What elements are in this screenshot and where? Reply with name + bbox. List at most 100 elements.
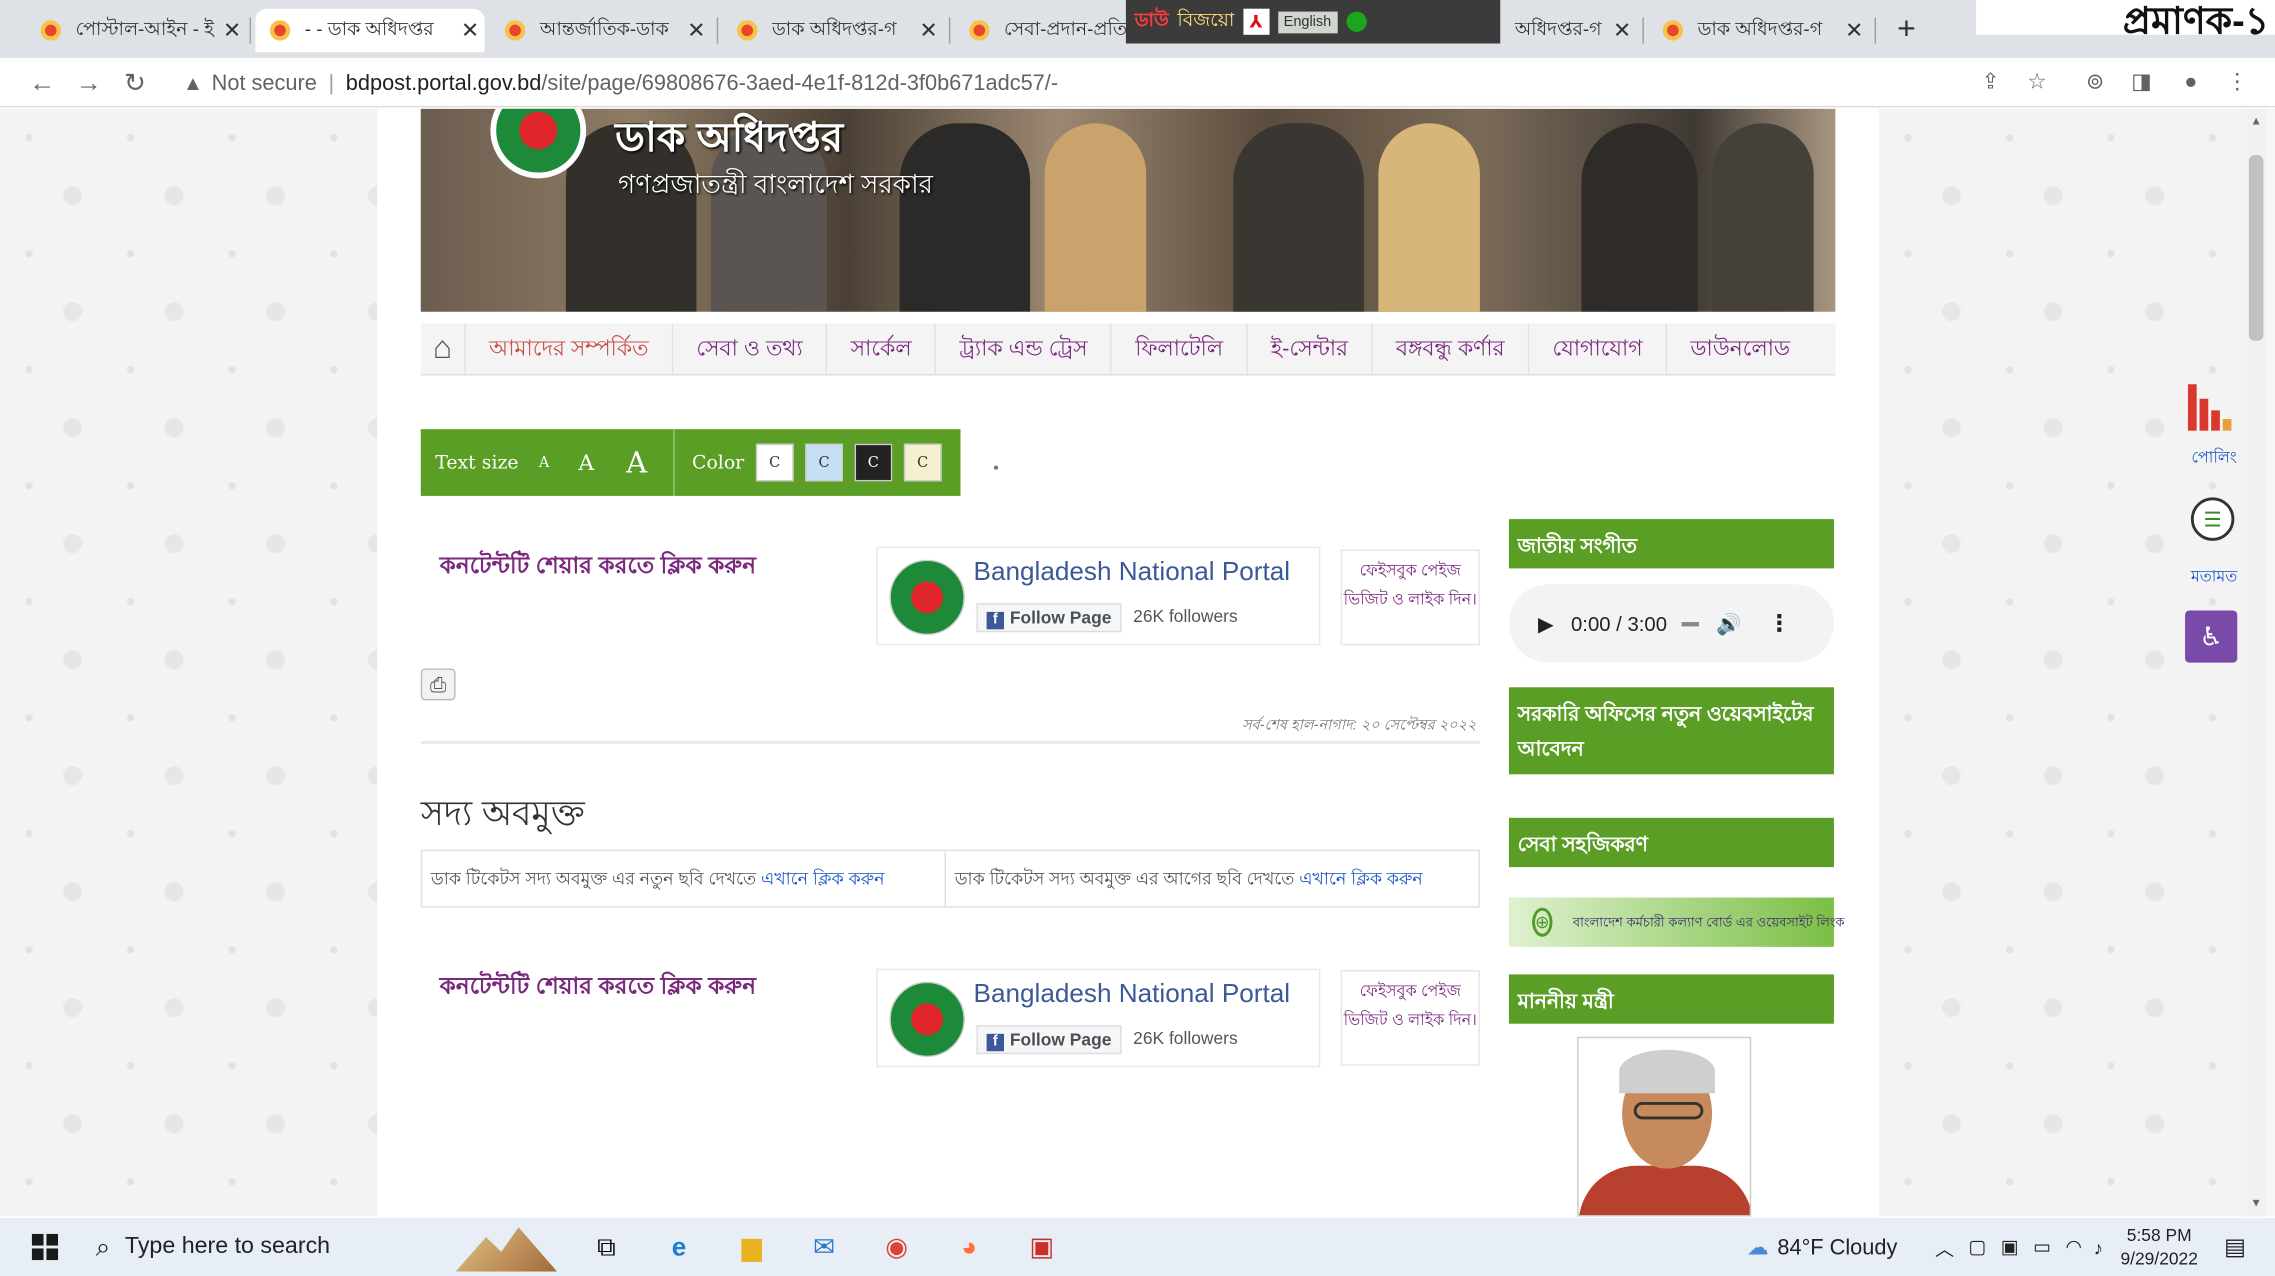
page-scrollbar[interactable]: ▲ ▼ <box>2245 108 2267 1217</box>
feedback-label[interactable]: মতামত <box>2171 564 2258 592</box>
nav-item-philately[interactable]: ফিলাটেলি <box>1110 322 1247 375</box>
text-size-medium-button[interactable]: A <box>578 450 594 476</box>
firefox-icon[interactable]: ◕ <box>946 1224 992 1270</box>
speaker-icon[interactable]: ♪ <box>2094 1236 2103 1258</box>
color-swatch-white[interactable]: C <box>755 443 794 482</box>
clock[interactable]: 5:58 PM 9/29/2022 <box>2120 1224 2197 1270</box>
follow-page-button[interactable]: f Follow Page <box>976 1025 1122 1055</box>
close-icon[interactable]: ✕ <box>1840 17 1869 44</box>
browser-tab[interactable]: সেবা-প্রদান-প্রতি <box>955 9 1126 53</box>
color-swatch-dark[interactable]: C <box>854 443 893 482</box>
tray-app-icon[interactable]: ▢ <box>1969 1235 1987 1258</box>
mail-icon[interactable]: ✉ <box>801 1224 847 1270</box>
poll-label[interactable]: পোলিং <box>2171 445 2258 473</box>
search-placeholder: Type here to search <box>124 1233 331 1259</box>
new-tab-button[interactable]: + <box>1889 9 1924 50</box>
facebook-icon: f <box>986 611 1005 630</box>
poll-chart-icon[interactable] <box>2187 378 2240 431</box>
task-view-icon[interactable]: ⧉ <box>583 1224 629 1270</box>
play-icon[interactable]: ▶ <box>1538 611 1554 636</box>
tab-title: ডাক অধিদপ্তর-গ <box>771 16 897 39</box>
nav-item-about[interactable]: আমাদের সম্পর্কিত <box>464 322 671 375</box>
more-options-icon[interactable]: ⋮ <box>1768 609 1791 638</box>
profile-icon[interactable]: ● <box>2173 65 2208 100</box>
volume-icon[interactable]: 🔊 <box>1716 611 1741 636</box>
address-bar[interactable]: ▲ Not secure | bdpost.portal.gov.bd /sit… <box>171 62 1956 103</box>
welfare-board-banner[interactable]: ⊕ বাংলাদেশ কর্মচারী কল্যাণ বোর্ড এর ওয়ে… <box>1508 897 1845 947</box>
pdf-icon[interactable]: ⅄ <box>1243 8 1270 35</box>
share-content-link[interactable]: কনটেন্টটি শেয়ার করতে ক্লিক করুন <box>440 967 757 1006</box>
nav-item-track[interactable]: ট্র্যাক এন্ড ট্রেস <box>934 322 1111 375</box>
share-content-link[interactable]: কনটেন্টটি শেয়ার করতে ক্লিক করুন <box>440 547 757 586</box>
search-icon: ⌕ <box>95 1231 111 1261</box>
sidepanel-icon[interactable]: ◨ <box>2124 65 2159 100</box>
browser-tab-active[interactable]: - - ডাক অধিদপ্তর ✕ <box>255 8 485 53</box>
fb-visit-note[interactable]: ফেইসবুক পেইজ ভিজিট ও লাইক দিন। <box>1340 970 1480 1066</box>
color-swatch-blue[interactable]: C <box>805 443 843 482</box>
color-swatch-cream[interactable]: C <box>903 443 942 482</box>
share-icon[interactable]: ⇪ <box>1973 65 2008 100</box>
menu-icon[interactable]: ⋮ <box>2220 65 2255 100</box>
wifi-icon[interactable]: ◠ <box>2066 1235 2082 1258</box>
close-icon[interactable]: ✕ <box>456 17 485 44</box>
presentation-app-icon[interactable]: ▣ <box>1019 1224 1065 1270</box>
browser-tab[interactable]: পোস্টাল-আইন - ই ✕ <box>26 9 247 53</box>
minister-photo <box>1577 1036 1752 1217</box>
warning-icon[interactable]: ▲ <box>183 71 203 94</box>
service-heading[interactable]: সেবা সহজিকরণ <box>1508 817 1834 868</box>
old-stamps-link[interactable]: এখানে ক্লিক করুন <box>1299 869 1423 889</box>
right-sidebar: জাতীয় সংগীত ▶ 0:00 / 3:00 🔊 ⋮ সরকারি অফ… <box>1508 109 1845 1217</box>
print-icon[interactable]: ⎙ <box>420 668 456 701</box>
fb-page-name[interactable]: Bangladesh National Portal <box>974 979 1291 1009</box>
close-icon[interactable]: ✕ <box>682 17 711 44</box>
ime-bijoy-label[interactable]: বিজয়ো <box>1177 7 1234 37</box>
chrome-icon[interactable]: ◉ <box>873 1224 919 1270</box>
tray-display-icon[interactable]: ▣ <box>2001 1235 2019 1258</box>
bookmark-star-icon[interactable]: ☆ <box>2020 65 2055 100</box>
nav-item-ecenter[interactable]: ই-সেন্টার <box>1246 322 1371 375</box>
weather-text[interactable]: 84°F Cloudy <box>1777 1235 1897 1260</box>
notification-icon[interactable]: ▤ <box>2224 1233 2246 1262</box>
close-icon[interactable]: ✕ <box>218 17 247 44</box>
windows-start-icon[interactable] <box>31 1233 59 1261</box>
chevron-up-icon[interactable]: ︿ <box>1935 1233 1954 1261</box>
home-icon[interactable]: ⌂ <box>421 323 465 375</box>
extension-icon[interactable]: ⊚ <box>2078 65 2113 100</box>
scroll-thumb[interactable] <box>2248 155 2264 341</box>
battery-icon[interactable]: ▭ <box>2033 1235 2051 1258</box>
new-stamps-link[interactable]: এখানে ক্লিক করুন <box>761 869 885 889</box>
site-favicon-icon <box>504 20 526 41</box>
browser-tab[interactable]: আন্তর্জাতিক-ডাক ✕ <box>490 9 711 53</box>
follow-page-button[interactable]: f Follow Page <box>976 603 1122 633</box>
ime-download-label[interactable]: ডাউ <box>1135 7 1169 37</box>
security-label[interactable]: Not secure <box>212 70 317 95</box>
facebook-page-widget: Bangladesh National Portal f Follow Page … <box>876 546 1321 646</box>
scroll-down-icon[interactable]: ▼ <box>2246 1196 2266 1209</box>
browser-tab[interactable]: ডাক অধিদপ্তর-গ ✕ <box>1648 9 1869 53</box>
nav-item-services[interactable]: সেবা ও তথ্য <box>671 322 826 375</box>
text-size-large-button[interactable]: A <box>626 445 647 480</box>
close-icon[interactable]: ✕ <box>914 17 943 44</box>
accessibility-icon[interactable]: ♿ <box>2185 610 2238 663</box>
back-arrow-icon[interactable]: ← <box>23 64 61 102</box>
taskbar: ⌕ Type here to search ⧉ e ▆ ✉ ◉ ◕ ▣ ☁ 84… <box>0 1218 2275 1276</box>
scroll-up-icon[interactable]: ▲ <box>2246 115 2266 128</box>
text-size-small-button[interactable]: A <box>539 455 549 471</box>
taskbar-search[interactable]: ⌕ Type here to search <box>96 1232 415 1262</box>
nav-item-circle[interactable]: সার্কেল <box>825 322 935 375</box>
nav-item-bangabandhu[interactable]: বঙ্গবন্ধু কর্ণার <box>1371 322 1527 375</box>
reload-icon[interactable]: ↻ <box>116 64 154 102</box>
browser-tab[interactable]: ডাক অধিদপ্তর-গ ✕ <box>723 9 944 53</box>
file-explorer-icon[interactable]: ▆ <box>728 1224 774 1270</box>
ime-english-label[interactable]: English <box>1277 10 1338 33</box>
browser-tab[interactable]: অধিদপ্তর-গ ✕ <box>1500 9 1636 53</box>
feedback-chat-icon[interactable]: ☰ <box>2190 497 2235 541</box>
fb-page-name[interactable]: Bangladesh National Portal <box>974 557 1291 587</box>
last-updated: সর্ব-শেষ হাল-নাগাদ: ২০ সেপ্টেম্বর ২০২২ <box>1241 717 1477 734</box>
fb-visit-note[interactable]: ফেইসবুক পেইজ ভিজিট ও লাইক দিন। <box>1340 549 1480 646</box>
edge-icon[interactable]: e <box>656 1224 702 1270</box>
forward-arrow-icon[interactable]: → <box>70 64 108 102</box>
close-icon[interactable]: ✕ <box>1608 17 1637 44</box>
progress-bar[interactable] <box>1681 621 1699 626</box>
new-website-heading[interactable]: সরকারি অফিসের নতুন ওয়েবসাইটের আবেদন <box>1508 687 1834 775</box>
